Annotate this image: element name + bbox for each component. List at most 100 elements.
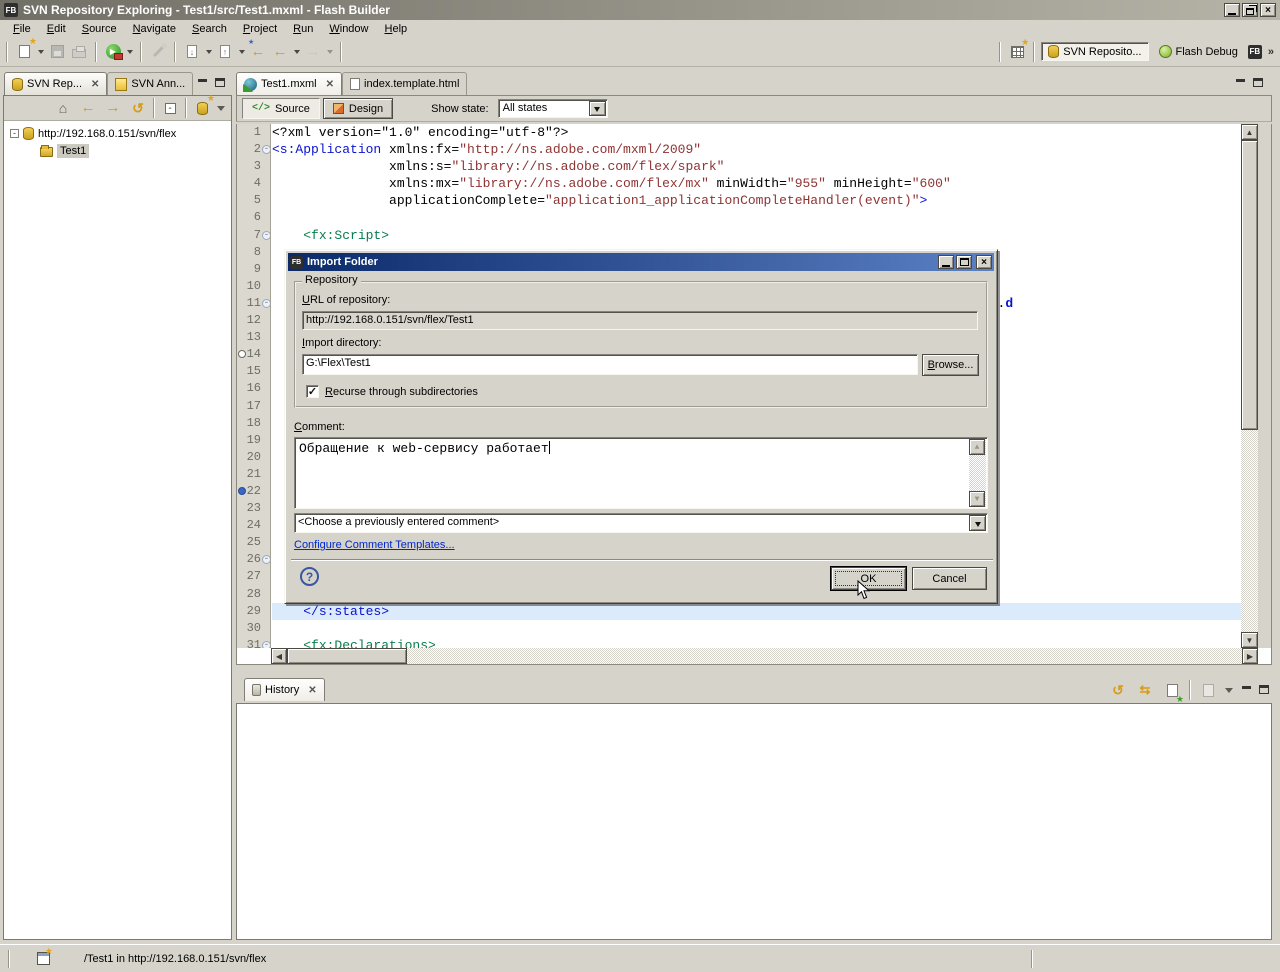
perspective-overflow-chevron[interactable]: » [1268, 46, 1274, 58]
menu-navigate[interactable]: Navigate [126, 22, 183, 36]
scroll-up-icon[interactable]: ▲ [1241, 124, 1258, 140]
editor-hscrollbar[interactable]: ◀ ▶ [271, 648, 1258, 664]
menu-window[interactable]: Window [322, 22, 375, 36]
next-annotation-dropdown-icon[interactable] [204, 42, 213, 62]
code-line-2[interactable]: <s:Application xmlns:fx="http://ns.adobe… [272, 141, 1241, 158]
dialog-titlebar[interactable]: FB Import Folder × [288, 253, 994, 271]
window-minimize-button[interactable] [1224, 3, 1240, 17]
menu-search[interactable]: Search [185, 22, 234, 36]
comment-combo-arrow-icon[interactable] [969, 515, 986, 531]
previous-annotation-dropdown-icon[interactable] [237, 42, 246, 62]
code-line-30[interactable] [272, 620, 1241, 637]
fold-collapse-icon[interactable]: - [262, 298, 270, 308]
perspective-svn-repository[interactable]: SVN Reposito... [1041, 42, 1149, 61]
window-close-button[interactable]: × [1260, 3, 1276, 17]
dialog-maximize-button[interactable] [956, 255, 972, 269]
code-line-3[interactable]: xmlns:s="library://ns.adobe.com/flex/spa… [272, 158, 1241, 175]
comment-scrollbar[interactable]: ▲ ▼ [969, 439, 986, 507]
recurse-checkbox[interactable]: ✓ [306, 385, 319, 398]
tab-svn-annotate[interactable]: SVN Ann... [107, 72, 194, 95]
back-icon[interactable]: ← [270, 42, 290, 62]
dialog-close-button[interactable]: × [976, 255, 992, 269]
import-directory-field[interactable]: G:\Flex\Test1 [302, 354, 918, 375]
open-perspective-icon[interactable]: ★ [1007, 37, 1029, 62]
run-configurations-icon[interactable]: ▶ [103, 42, 123, 62]
minimize-editor-icon[interactable] [1234, 78, 1247, 89]
menu-run[interactable]: Run [286, 22, 320, 36]
dialog-minimize-button[interactable] [938, 255, 954, 269]
menu-help[interactable]: Help [378, 22, 415, 36]
close-tab-icon[interactable]: ✕ [91, 79, 99, 90]
code-line-31[interactable]: <fx:Declarations> [272, 637, 1241, 648]
breakpoint-marker[interactable] [238, 486, 246, 495]
editor-vscrollbar[interactable]: ▲ ▼ [1241, 124, 1258, 648]
new-wizard-dropdown-icon[interactable] [36, 42, 45, 62]
menu-source[interactable]: Source [75, 22, 124, 36]
forward-icon[interactable]: → [103, 98, 123, 118]
code-line-4[interactable]: xmlns:mx="library://ns.adobe.com/flex/mx… [272, 175, 1241, 192]
annotation-marker[interactable] [238, 350, 246, 359]
code-line-7[interactable]: <fx:Script> [272, 227, 1241, 244]
code-line-1[interactable]: <?xml version="1.0" encoding="utf-8"?> [272, 124, 1241, 141]
scroll-right-icon[interactable]: ▶ [1242, 648, 1258, 664]
minimize-history-icon[interactable] [1240, 685, 1253, 696]
maximize-history-icon[interactable] [1257, 684, 1270, 696]
tree-node-test1[interactable]: Test1 [10, 142, 231, 159]
collapse-all-icon[interactable]: - [160, 98, 180, 118]
configure-comment-templates-link[interactable]: Configure Comment Templates... [294, 539, 455, 551]
fold-collapse-icon[interactable]: - [262, 640, 270, 648]
back-icon[interactable]: ← [78, 98, 98, 118]
tree-node-repository[interactable]: - http://192.168.0.151/svn/flex [10, 125, 231, 142]
refresh-icon[interactable]: ↺ [128, 98, 148, 118]
fold-collapse-icon[interactable]: - [262, 145, 270, 155]
fast-view-icon[interactable]: ★ [37, 947, 53, 965]
maximize-view-icon[interactable] [213, 78, 226, 89]
fold-collapse-icon[interactable]: - [262, 230, 270, 240]
scroll-down-icon[interactable]: ▼ [1241, 632, 1258, 648]
hscroll-thumb[interactable] [287, 648, 407, 664]
compare-mode-icon[interactable]: ★ [1162, 680, 1184, 704]
close-history-tab-icon[interactable]: ✕ [308, 685, 316, 696]
comment-scroll-up-icon[interactable]: ▲ [969, 439, 985, 455]
combo-arrow-icon[interactable] [588, 101, 606, 116]
perspective-flash-debug[interactable]: Flash Debug [1155, 43, 1242, 60]
link-with-editor-icon[interactable]: ⇆ [1135, 680, 1155, 700]
tab-svn-repositories[interactable]: SVN Rep... ✕ [4, 72, 108, 95]
comment-scroll-down-icon[interactable]: ▼ [969, 491, 985, 507]
code-line-29[interactable]: </s:states> [272, 602, 1241, 620]
comment-textarea[interactable]: Обращение к web-сервису работает ▲ ▼ [294, 437, 988, 509]
back-dropdown-icon[interactable] [292, 42, 301, 62]
code-line-6[interactable] [272, 209, 1241, 226]
collapse-node-icon[interactable]: - [10, 129, 19, 138]
view-menu-icon[interactable] [217, 106, 225, 115]
last-edit-location-icon[interactable]: ← ★ [248, 39, 268, 62]
browse-button[interactable]: Browse... [922, 354, 979, 376]
url-of-repository-field[interactable]: http://192.168.0.151/svn/flex/Test1 [302, 311, 978, 330]
history-refresh-icon[interactable]: ↺ [1108, 680, 1128, 700]
window-restore-button[interactable] [1242, 3, 1258, 17]
menu-project[interactable]: Project [236, 22, 284, 36]
home-icon[interactable]: ⌂ [53, 98, 73, 118]
tab-index-template-html[interactable]: index.template.html [342, 72, 468, 95]
cancel-button[interactable]: Cancel [912, 567, 987, 590]
tab-test1-mxml[interactable]: Test1.mxml ✕ [236, 72, 343, 95]
previous-annotation-icon[interactable]: ↑ [215, 42, 235, 62]
code-line-5[interactable]: applicationComplete="application1_applic… [272, 192, 1241, 209]
previous-comment-combobox[interactable]: <Choose a previously entered comment> [294, 513, 988, 533]
minimize-view-icon[interactable] [196, 78, 209, 89]
new-repository-location-icon[interactable]: ★ [192, 94, 215, 118]
help-icon[interactable]: ? [300, 567, 319, 586]
menu-edit[interactable]: Edit [40, 22, 73, 36]
close-editor-tab-icon[interactable]: ✕ [326, 79, 334, 90]
flash-perspective-icon[interactable]: FB [1247, 44, 1262, 59]
show-state-combobox[interactable]: All states [497, 99, 608, 118]
design-mode-button[interactable]: Design [322, 98, 394, 119]
tab-history[interactable]: History ✕ [244, 678, 325, 701]
new-wizard-icon[interactable]: ★ [14, 36, 37, 62]
menu-file[interactable]: File [6, 22, 38, 36]
source-mode-button[interactable]: </> Source [242, 98, 320, 119]
next-annotation-icon[interactable]: ↓ [182, 42, 202, 62]
scroll-left-icon[interactable]: ◀ [271, 648, 287, 664]
run-configurations-dropdown-icon[interactable] [125, 42, 134, 62]
history-view-menu-icon[interactable] [1225, 688, 1233, 697]
